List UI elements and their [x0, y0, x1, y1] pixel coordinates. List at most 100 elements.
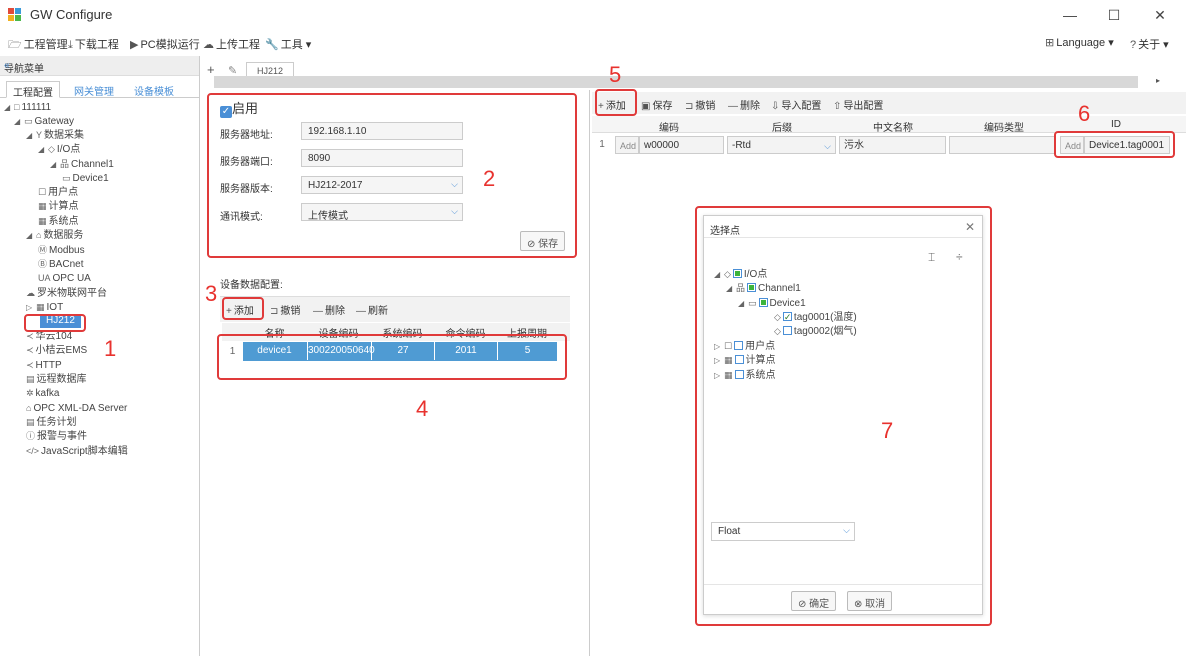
code-add-button[interactable]: Add	[615, 136, 639, 154]
sidebar-item-1[interactable]: ◢ ▭ Gateway	[14, 114, 74, 128]
tree-toggle-icon[interactable]: ◢	[38, 143, 48, 157]
sidebar-item-8[interactable]: ▦ 系统点	[38, 214, 79, 228]
cell-system-code[interactable]: 27	[371, 342, 434, 360]
collapse-icon[interactable]: «	[4, 60, 193, 71]
sidebar-item-23[interactable]: ⓘ 报警与事件	[26, 429, 87, 443]
tab-scrollbar[interactable]	[214, 76, 1138, 88]
tree-toggle-icon[interactable]: ◢	[26, 229, 36, 243]
tree-toggle-icon[interactable]: ◢	[26, 129, 36, 143]
tree-toggle-icon[interactable]: ▷	[714, 369, 724, 383]
point-save-button[interactable]: ▣ 保存	[641, 97, 672, 112]
minimize-button[interactable]: —	[1055, 4, 1085, 26]
sidebar-item-10[interactable]: Ⓜ Modbus	[38, 243, 85, 257]
tree-item-2[interactable]: ◢ ▭ Device1	[738, 296, 806, 310]
sidebar-item-19[interactable]: ▤ 远程数据库	[26, 372, 87, 386]
device-refresh-button[interactable]: — 刷新	[356, 302, 388, 317]
sidebar-item-17[interactable]: ≺ 小桔云EMS	[26, 343, 87, 357]
cancel-button[interactable]: ⊗ 取消	[847, 591, 893, 611]
sidebar-item-21[interactable]: ⌂ OPC XML-DA Server	[26, 401, 127, 415]
sidebar-item-11[interactable]: Ⓑ BACnet	[38, 257, 83, 271]
close-button[interactable]: ✕	[1145, 4, 1175, 26]
data-type-select[interactable]: Float ⌵	[711, 522, 855, 541]
sidebar-item-12[interactable]: UA OPC UA	[38, 271, 91, 285]
tree-item-4[interactable]: ◇ tag0002(烟气)	[764, 324, 857, 338]
sidebar-item-4[interactable]: ◢ 品 Channel1	[50, 157, 114, 171]
cell-device-code[interactable]: 300220050640	[307, 342, 375, 360]
import-config-button[interactable]: ⇩ 导入配置	[771, 97, 821, 112]
tree-toggle-icon[interactable]: ◢	[726, 282, 736, 296]
point-delete-button[interactable]: — 删除	[728, 97, 760, 112]
checkbox-icon[interactable]	[747, 283, 757, 292]
about-menu[interactable]: ? 关于 ▾	[1130, 36, 1169, 52]
dialog-close-icon[interactable]: ✕	[965, 220, 975, 234]
checkbox-icon[interactable]	[782, 326, 792, 335]
device-add-button[interactable]: + 添加	[226, 302, 254, 317]
checkbox-icon[interactable]	[758, 298, 768, 307]
maximize-button[interactable]: ☐	[1099, 4, 1129, 26]
add-tab-icon[interactable]: +	[207, 62, 215, 77]
sidebar-item-24[interactable]: </> JavaScript脚本编辑	[26, 444, 128, 458]
point-add-button[interactable]: + 添加	[598, 97, 626, 112]
tree-toggle-icon[interactable]: ◢	[738, 297, 748, 311]
server-port-input[interactable]: 8090	[301, 149, 463, 167]
server-save-button[interactable]: ⊘ 保存	[520, 231, 566, 251]
menu-project[interactable]: 🗁 工程管理	[8, 36, 68, 55]
sidebar-item-13[interactable]: ☁ 罗米物联网平台	[26, 286, 107, 300]
tree-item-1[interactable]: ◢ 品 Channel1	[726, 281, 801, 295]
cell-id[interactable]: Device1.tag0001	[1084, 136, 1170, 154]
tab-gateway-manage[interactable]: 网关管理	[68, 81, 120, 98]
checkbox-icon[interactable]	[734, 341, 744, 350]
sidebar-item-5[interactable]: ▭ Device1	[62, 171, 109, 185]
cell-name[interactable]: device1	[243, 342, 306, 360]
tree-toggle-icon[interactable]: ◢	[4, 101, 14, 115]
tree-item-3[interactable]: ◇ tag0001(温度)	[764, 310, 857, 324]
menu-upload[interactable]: ☁ 上传工程	[203, 36, 260, 52]
sidebar-item-18[interactable]: ≺ HTTP	[26, 358, 62, 372]
comm-mode-select[interactable]: 上传模式 ⌵	[301, 203, 463, 222]
sidebar-item-20[interactable]: ✲ kafka	[26, 386, 59, 400]
point-undo-button[interactable]: ⊐ 撤销	[685, 97, 715, 112]
tree-toggle-icon[interactable]: ◢	[714, 268, 724, 282]
sidebar-item-6[interactable]: ☐ 用户点	[38, 185, 78, 199]
tree-item-7[interactable]: ▷ ▦ 系统点	[714, 368, 776, 382]
cell-suffix-select[interactable]: -Rtd ⌵	[727, 136, 836, 154]
cell-command-code[interactable]: 2011	[434, 342, 497, 360]
sidebar-item-2[interactable]: ◢ Y 数据采集	[26, 128, 84, 142]
export-config-button[interactable]: ⇧ 导出配置	[833, 97, 883, 112]
device-undo-button[interactable]: ⊐ 撤销	[270, 302, 300, 317]
sidebar-item-7[interactable]: ▦ 计算点	[38, 199, 79, 213]
collapse-all-icon[interactable]: ÷	[956, 250, 963, 264]
checkbox-icon[interactable]	[734, 355, 744, 364]
sidebar-item-22[interactable]: ▤ 任务计划	[26, 415, 77, 429]
cell-code[interactable]: w00000	[639, 136, 724, 154]
expand-all-icon[interactable]: ⌶	[928, 250, 935, 265]
tree-toggle-icon[interactable]: ◢	[14, 115, 24, 129]
tab-device-template[interactable]: 设备模板	[128, 81, 180, 98]
sidebar-item-16[interactable]: ≺ 华云104	[26, 329, 72, 343]
tree-toggle-icon[interactable]: ▷	[26, 301, 36, 315]
checkbox-icon[interactable]	[734, 370, 744, 379]
menu-tools[interactable]: 🔧 工具 ▾	[265, 36, 311, 52]
tree-item-6[interactable]: ▷ ▦ 计算点	[714, 353, 776, 367]
enable-toggle[interactable]: ✓ 启用	[220, 98, 258, 118]
cell-report-period[interactable]: 5	[497, 342, 557, 360]
checkbox-icon[interactable]	[782, 310, 792, 324]
menu-download[interactable]: ⤓ 下载工程	[68, 36, 119, 52]
sidebar-item-3[interactable]: ◢ ◇ I/O点	[38, 142, 80, 156]
cell-chinese-name[interactable]: 污水	[839, 136, 946, 154]
server-address-input[interactable]: 192.168.1.10	[301, 122, 463, 140]
cell-code-type[interactable]	[949, 136, 1055, 154]
device-delete-button[interactable]: — 删除	[313, 302, 345, 317]
menu-simulate[interactable]: ▶ PC模拟运行	[130, 36, 200, 52]
checkbox-icon[interactable]	[732, 269, 742, 278]
tree-toggle-icon[interactable]: ▷	[714, 340, 724, 354]
tree-toggle-icon[interactable]: ▷	[714, 354, 724, 368]
language-menu[interactable]: ⊞ Language ▾	[1045, 36, 1114, 49]
sidebar-item-14[interactable]: ▷ ▦ IOT	[26, 300, 63, 314]
tree-item-5[interactable]: ▷ ☐ 用户点	[714, 339, 775, 353]
sidebar-item-0[interactable]: ◢ □ 111111	[4, 100, 51, 114]
confirm-button[interactable]: ⊘ 确定	[791, 591, 837, 611]
tree-item-0[interactable]: ◢ ◇ I/O点	[714, 267, 767, 281]
scroll-right-icon[interactable]: ▸	[1156, 76, 1160, 85]
tab-project-config[interactable]: 工程配置	[6, 81, 60, 99]
